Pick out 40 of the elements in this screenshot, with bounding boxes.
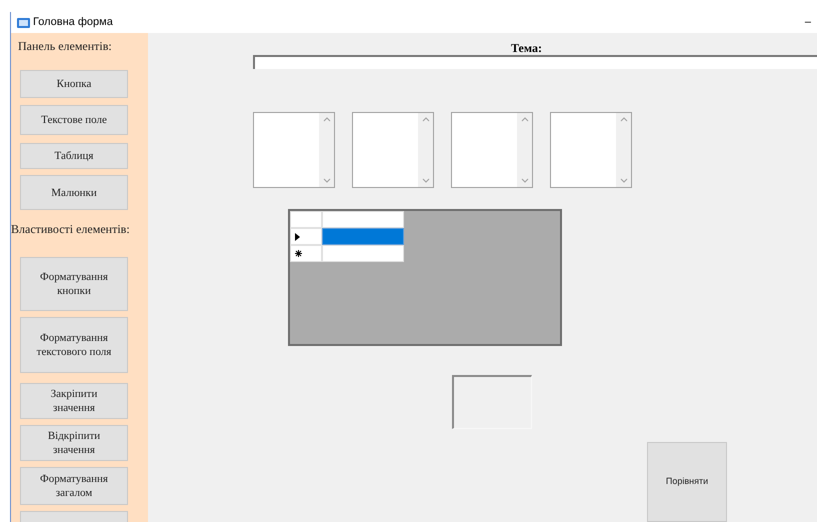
up-chevron-icon: [422, 117, 430, 122]
down-chevron-icon: [322, 178, 330, 183]
sidebar-button[interactable]: Малюнки: [20, 175, 128, 210]
sidebar-button[interactable]: Форматування загалом: [20, 467, 128, 505]
row-header[interactable]: [290, 228, 322, 245]
list-box[interactable]: [352, 112, 434, 188]
down-chevron-icon: [422, 178, 430, 183]
scroll-bar[interactable]: [319, 113, 334, 187]
scroll-bar[interactable]: [616, 113, 631, 187]
sidebar-button[interactable]: Таблиця: [20, 143, 128, 169]
section-label: Властивості елементів:: [11, 221, 131, 238]
sidebar-button[interactable]: Форматування текстового поля: [20, 317, 128, 373]
row-header[interactable]: [290, 245, 322, 262]
minimize-button[interactable]: –: [804, 14, 811, 31]
down-chevron-icon: [520, 178, 528, 183]
up-chevron-icon: [322, 117, 330, 122]
asterisk-icon: [295, 250, 302, 257]
data-grid[interactable]: [288, 209, 562, 346]
topic-input-field[interactable]: [253, 55, 817, 69]
grid-cell[interactable]: [322, 228, 404, 245]
window-title: Головна форма: [33, 15, 113, 30]
scroll-bar[interactable]: [517, 113, 532, 187]
down-chevron-icon: [620, 178, 628, 183]
compare-button[interactable]: Порівняти: [647, 442, 727, 522]
sidebar-button[interactable]: Форматування кнопки: [20, 257, 128, 311]
up-chevron-icon: [520, 117, 528, 122]
list-box[interactable]: [451, 112, 533, 188]
list-box[interactable]: [253, 112, 335, 188]
sidebar-button[interactable]: Текстове поле: [20, 105, 128, 135]
sidebar-button[interactable]: Відкріпити значення: [20, 425, 128, 461]
up-chevron-icon: [620, 117, 628, 122]
section-label: Панель елементів:: [17, 38, 113, 55]
sidebar-button[interactable]: Закріпити значення: [20, 383, 128, 419]
topic-label: Тема:: [511, 41, 543, 55]
scroll-bar[interactable]: [418, 113, 433, 187]
row-header: [290, 211, 322, 228]
row-pointer-icon: [295, 232, 300, 240]
sidebar-button[interactable]: Кнопка: [20, 70, 128, 98]
app-icon: [17, 18, 30, 28]
list-box[interactable]: [550, 112, 632, 188]
